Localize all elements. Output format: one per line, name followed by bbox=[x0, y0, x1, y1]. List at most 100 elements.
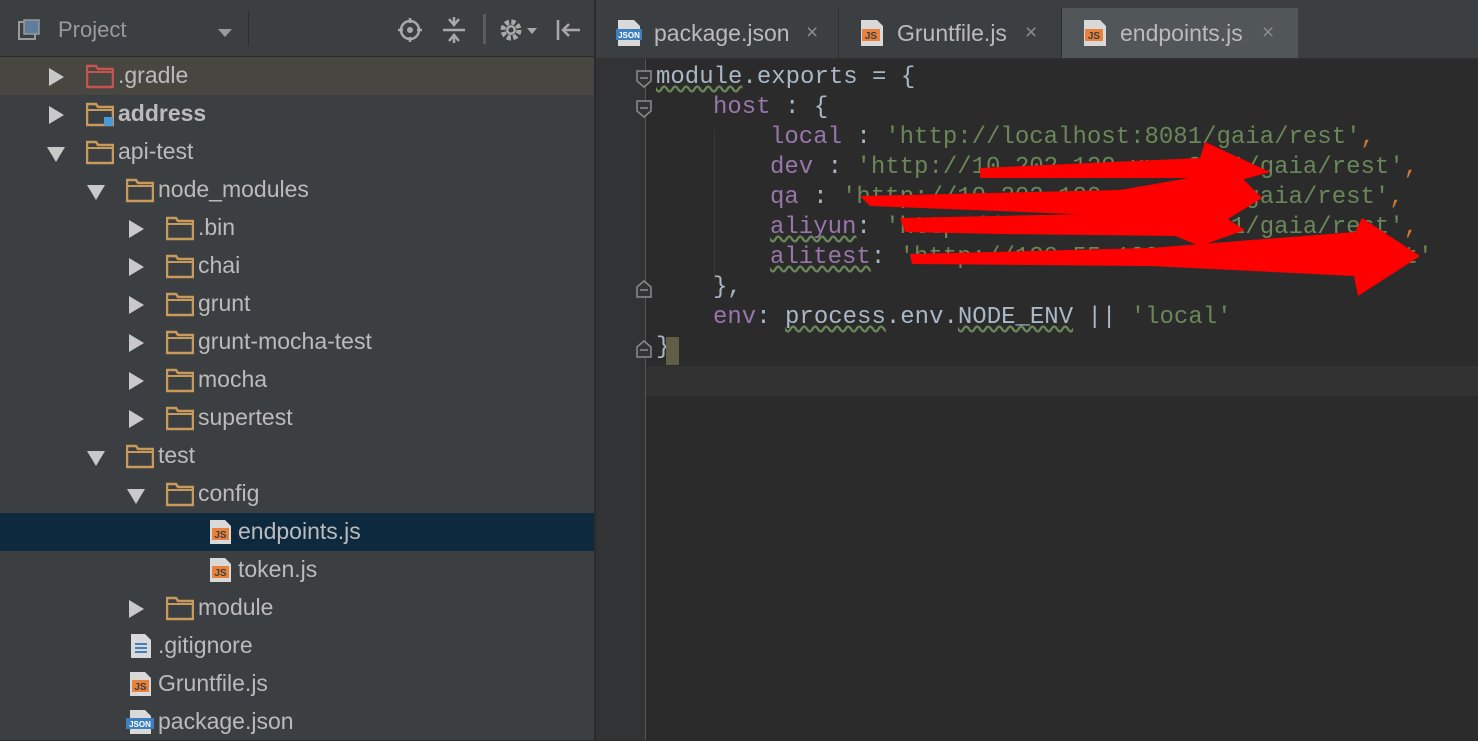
tree-item-label: node_modules bbox=[158, 176, 309, 202]
tree-item[interactable]: JS endpoints.js bbox=[0, 513, 594, 551]
tree-item[interactable]: module bbox=[0, 589, 594, 627]
fold-marker-icon[interactable] bbox=[636, 70, 652, 88]
tree-item[interactable]: supertest bbox=[0, 399, 594, 437]
tree-item[interactable]: JS Gruntfile.js bbox=[0, 665, 594, 703]
expand-arrow-right-icon[interactable] bbox=[129, 372, 144, 390]
svg-text:JS: JS bbox=[1088, 31, 1101, 42]
expand-arrow-down-icon[interactable] bbox=[87, 185, 105, 200]
project-panel-header: Project bbox=[0, 0, 594, 57]
folder-icon bbox=[166, 292, 194, 317]
tree-item-label: chai bbox=[198, 252, 241, 278]
tree-item-label: test bbox=[158, 442, 196, 468]
folder-icon bbox=[166, 254, 194, 279]
expand-arrow-right-icon[interactable] bbox=[129, 220, 144, 238]
tree-item[interactable]: JSON package.json bbox=[0, 703, 594, 741]
tab-label: package.json bbox=[654, 20, 790, 46]
tab-label: Gruntfile.js bbox=[897, 20, 1007, 46]
tree-item[interactable]: config bbox=[0, 475, 594, 513]
code-line-6: aliyun: 'http://120.xx.xx.xx:8081/gaia/r… bbox=[770, 214, 1419, 241]
tree-item[interactable]: test bbox=[0, 437, 594, 475]
tree-item-label: endpoints.js bbox=[238, 518, 361, 544]
svg-text:JS: JS bbox=[214, 568, 227, 579]
tree-item[interactable]: node_modules bbox=[0, 171, 594, 209]
tree-item-label: api-test bbox=[118, 138, 194, 164]
text-file-icon bbox=[131, 634, 151, 658]
code-line-2: host : { bbox=[713, 94, 829, 121]
tree-item[interactable]: .gitignore bbox=[0, 627, 594, 665]
tab-package-json[interactable]: JSON package.json × bbox=[596, 8, 838, 58]
editor-area: JSON package.json × JS Gruntfile.js × JS… bbox=[596, 0, 1478, 740]
fold-end-marker-icon[interactable] bbox=[636, 340, 652, 358]
project-view-title[interactable]: Project bbox=[58, 17, 126, 43]
tree-item-label: .bin bbox=[198, 214, 236, 240]
folder-icon bbox=[166, 482, 194, 507]
folder-icon bbox=[166, 330, 194, 355]
fold-end-marker-icon[interactable] bbox=[636, 280, 652, 298]
tab-label: endpoints.js bbox=[1120, 20, 1243, 46]
svg-text:JS: JS bbox=[865, 31, 878, 42]
header-divider-2 bbox=[483, 14, 486, 44]
expand-arrow-right-icon[interactable] bbox=[49, 68, 64, 86]
code-line-9: env: process.env.NODE_ENV || 'local' bbox=[713, 304, 1232, 331]
tab-endpoints-js[interactable]: JS endpoints.js × bbox=[1062, 8, 1298, 58]
tree-item-label: .gitignore bbox=[158, 632, 253, 658]
expand-arrow-right-icon[interactable] bbox=[49, 106, 64, 124]
tree-item-label: grunt-mocha-test bbox=[198, 328, 372, 354]
js-file-icon: JS bbox=[210, 558, 231, 582]
project-view-icon[interactable] bbox=[18, 19, 40, 41]
expand-arrow-right-icon[interactable] bbox=[129, 334, 144, 352]
tree-item-label: module bbox=[198, 594, 274, 620]
code-line-8: }, bbox=[713, 274, 742, 301]
code-line-7: alitest: 'http://120.55.120.xx:8081/gaia… bbox=[770, 244, 1433, 271]
tree-item-label: grunt bbox=[198, 290, 251, 316]
tree-item[interactable]: grunt-mocha-test bbox=[0, 323, 594, 361]
code-line-1: module.exports = { bbox=[656, 64, 916, 91]
tree-item-label: package.json bbox=[158, 708, 294, 734]
editor-gutter[interactable] bbox=[596, 59, 646, 740]
close-icon[interactable]: × bbox=[1262, 21, 1274, 45]
code-line-4: dev : 'http://10.202.120.xxx:8081/gaia/r… bbox=[770, 154, 1419, 181]
tree-item[interactable]: mocha bbox=[0, 361, 594, 399]
js-file-icon: JS bbox=[210, 520, 231, 544]
folder-icon bbox=[166, 216, 194, 241]
js-file-icon: JS bbox=[130, 672, 151, 696]
current-line-highlight bbox=[646, 366, 1478, 396]
expand-arrow-right-icon[interactable] bbox=[129, 600, 144, 618]
tree-item[interactable]: chai bbox=[0, 247, 594, 285]
close-icon[interactable]: × bbox=[1025, 21, 1037, 45]
tree-item[interactable]: api-test bbox=[0, 133, 594, 171]
tree-item[interactable]: grunt bbox=[0, 285, 594, 323]
folder-icon bbox=[126, 178, 154, 203]
tree-item[interactable]: JS token.js bbox=[0, 551, 594, 589]
collapse-all-icon[interactable] bbox=[440, 16, 468, 44]
tree-item-label: mocha bbox=[198, 366, 268, 392]
tree-item[interactable]: .gradle bbox=[0, 57, 594, 95]
tree-item-label: address bbox=[118, 100, 207, 126]
tree-item[interactable]: address bbox=[0, 95, 594, 133]
dropdown-caret-icon[interactable] bbox=[218, 29, 232, 37]
tree-item-label: token.js bbox=[238, 556, 318, 582]
folder-icon bbox=[166, 406, 194, 431]
tree-item[interactable]: .bin bbox=[0, 209, 594, 247]
folder-icon bbox=[86, 140, 114, 165]
gear-icon[interactable] bbox=[497, 16, 539, 44]
fold-marker-icon[interactable] bbox=[636, 100, 652, 118]
expand-arrow-right-icon[interactable] bbox=[129, 410, 144, 428]
expand-arrow-down-icon[interactable] bbox=[87, 451, 105, 466]
close-icon[interactable]: × bbox=[806, 21, 818, 45]
expand-arrow-right-icon[interactable] bbox=[129, 258, 144, 276]
expand-arrow-right-icon[interactable] bbox=[129, 296, 144, 314]
hide-panel-icon[interactable] bbox=[554, 16, 582, 44]
project-panel: Project .gradle address api-test node_mo… bbox=[0, 0, 594, 740]
expand-arrow-down-icon[interactable] bbox=[127, 489, 145, 504]
svg-text:JSON: JSON bbox=[618, 31, 640, 40]
code-line-5: qa : 'http://10.202.120.xxx:8081/gaia/re… bbox=[770, 184, 1404, 211]
gutter-border bbox=[645, 59, 646, 740]
js-file-icon: JS bbox=[1084, 20, 1106, 46]
svg-text:JS: JS bbox=[214, 530, 227, 541]
expand-arrow-down-icon[interactable] bbox=[47, 147, 65, 162]
svg-text:JSON: JSON bbox=[129, 720, 151, 729]
locate-icon[interactable] bbox=[396, 16, 424, 44]
header-divider bbox=[248, 12, 249, 46]
tab-gruntfile-js[interactable]: JS Gruntfile.js × bbox=[839, 8, 1061, 58]
